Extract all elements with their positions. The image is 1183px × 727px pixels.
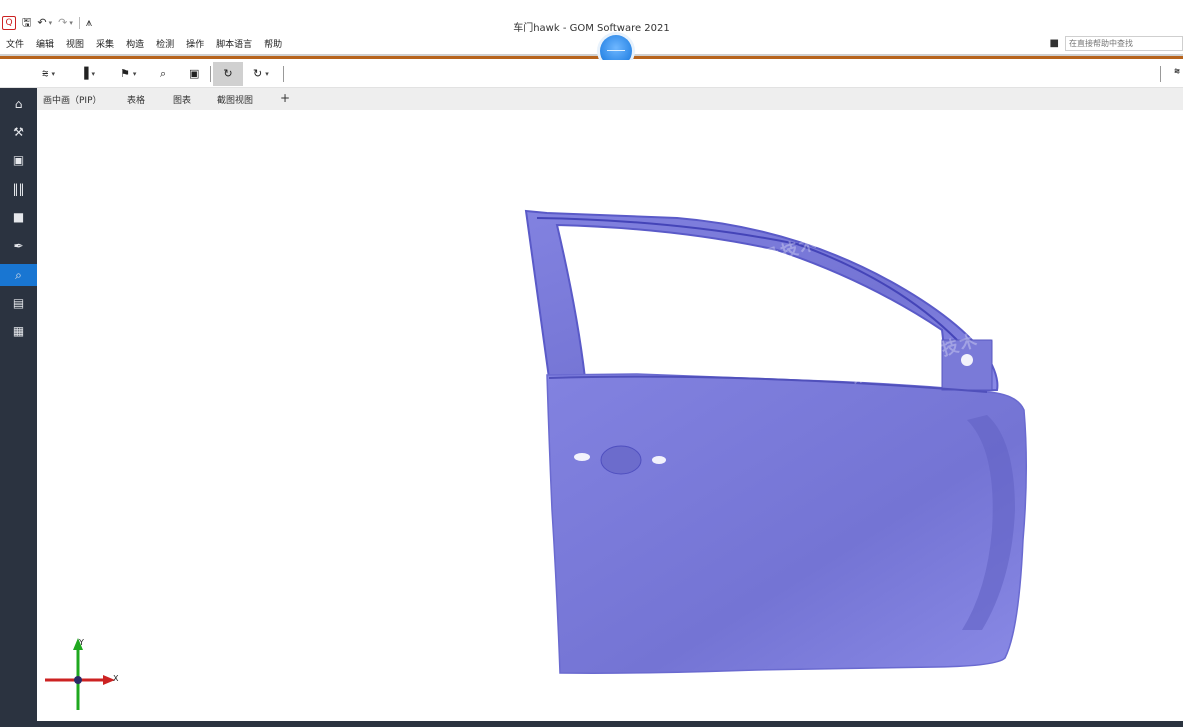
menu-construct[interactable]: 构造 (126, 37, 144, 50)
title-bar: Q 🖫 ↶ ▾ ↷ ▾ ⩚ 车门hawk - GOM Software 2021… (0, 0, 1183, 55)
probe-icon[interactable]: ✒ (0, 235, 37, 257)
3d-viewport[interactable]: 诺斯顿测量技术（北京）有限公司 诺斯顿测量技术（北京）有限公司 Y X (37, 110, 1183, 721)
curve-tool-icon[interactable]: ⩬ ▾ (42, 66, 55, 82)
menu-scripting[interactable]: 脚本语言 (216, 37, 252, 50)
door-handle (600, 445, 642, 475)
axis-indicator: Y X (45, 638, 119, 710)
menu-edit[interactable]: 编辑 (36, 37, 54, 50)
help-search: ■ (1050, 36, 1183, 51)
tab-pip[interactable]: 画中画（PIP） (43, 93, 102, 106)
report-icon[interactable]: ▤ (0, 292, 37, 314)
home-icon[interactable]: ⌂ (0, 93, 37, 115)
refresh-icon[interactable]: ↻ (213, 62, 243, 86)
add-tab-button[interactable]: + (280, 91, 290, 105)
car-door-mesh: 诺斯顿测量技术（北京）有限公司 诺斯顿测量技术（北京）有限公司 Y X (45, 188, 1127, 710)
menu-operations[interactable]: 操作 (186, 37, 204, 50)
status-strip (0, 721, 1183, 727)
menu-file[interactable]: 文件 (6, 37, 24, 50)
window-title: 车门hawk - GOM Software 2021 (513, 23, 670, 34)
help-search-input[interactable] (1065, 36, 1183, 51)
search-icon[interactable]: ⌕ (0, 264, 37, 286)
door-panel (546, 373, 1028, 674)
grid-icon[interactable]: ▦ (0, 320, 37, 342)
tab-snapshot-view[interactable]: 截图视图 (217, 93, 253, 106)
menu-inspect[interactable]: 检测 (156, 37, 174, 50)
filter-icon[interactable]: ⩬ (1174, 66, 1180, 77)
main-toolbar: ⩬ ▾ ▐ ▾ ⚑ ▾ ⌕ ▣ ↻ ↻ ▾ ⩬ (0, 60, 1183, 88)
view-tabs: 画中画（PIP） 表格 图表 截图视图 + (37, 88, 1183, 110)
gift-icon[interactable]: ■ (1050, 38, 1059, 49)
axis-y-label: Y (78, 638, 84, 647)
menu-bar: 文件 编辑 视图 采集 构造 检测 操作 脚本语言 帮助 (6, 37, 282, 50)
menu-help[interactable]: 帮助 (264, 37, 282, 50)
tab-chart[interactable]: 图表 (173, 93, 191, 106)
rotate-icon[interactable]: ↻ ▾ (253, 66, 269, 82)
axis-x-label: X (113, 674, 119, 683)
toolbar-separator-right (1160, 66, 1161, 82)
menu-view[interactable]: 视图 (66, 37, 84, 50)
barcode-icon[interactable]: ‖‖ (0, 178, 37, 200)
sidebar: ⌂ ⚒ ▣ ‖‖ ■ ✒ ⌕ ▤ ▦ (0, 88, 37, 727)
chart-tool-icon[interactable]: ▐ ▾ (80, 66, 95, 82)
accent-line (0, 56, 1183, 59)
video-icon[interactable]: ■ (0, 206, 37, 228)
toolbar-separator-2 (283, 66, 284, 82)
camera-icon[interactable]: ▣ (0, 149, 37, 171)
tab-table[interactable]: 表格 (127, 93, 145, 106)
camera-icon[interactable]: ▣ (189, 66, 199, 82)
app-window: Q 🖫 ↶ ▾ ↷ ▾ ⩚ 车门hawk - GOM Software 2021… (0, 0, 1183, 727)
wrench-icon[interactable]: ⚒ (0, 121, 37, 143)
menu-acquire[interactable]: 采集 (96, 37, 114, 50)
search-icon[interactable]: ⌕ (160, 66, 166, 82)
flag-icon[interactable]: ⚑ ▾ (120, 66, 136, 82)
toolbar-separator (210, 66, 211, 82)
